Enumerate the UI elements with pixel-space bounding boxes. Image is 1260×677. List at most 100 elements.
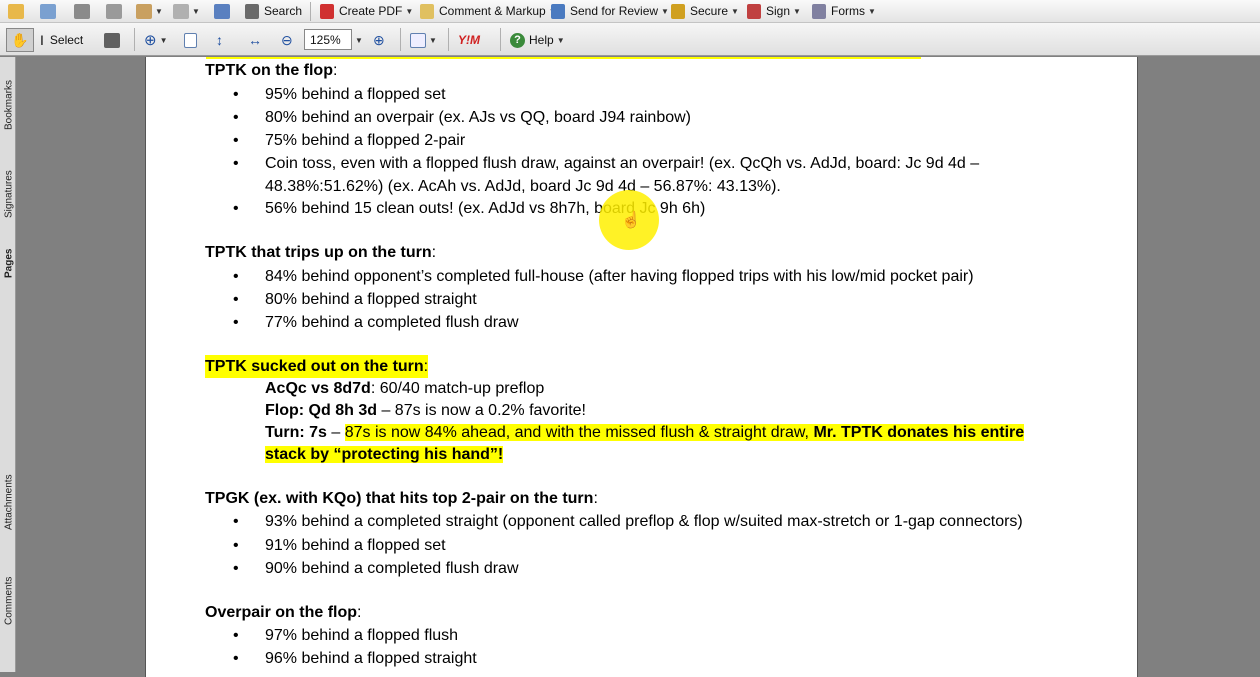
text-line: AcQc vs 8d7d: 60/40 match-up preflop xyxy=(265,377,544,400)
select-tool-button[interactable]: I Select xyxy=(40,30,83,50)
zoom-in-button[interactable]: ⊕ xyxy=(373,30,385,50)
heading-colon: : xyxy=(357,604,362,621)
organize-icon[interactable]: ▼ xyxy=(136,1,163,21)
page-icon xyxy=(184,32,197,48)
text-line: Flop: Qd 8h 3d – 87s is now a 0.2% favor… xyxy=(265,399,586,422)
list-item: 93% behind a completed straight (opponen… xyxy=(233,510,1023,533)
tab-signatures-label: Signatures xyxy=(3,169,15,218)
text-normal: : 60/40 match-up preflop xyxy=(370,380,545,397)
forms-button[interactable]: Forms ▼ xyxy=(812,1,876,21)
heading-text: TPGK (ex. with KQo) that hits top 2-pair… xyxy=(205,490,594,507)
search-button[interactable]: Search xyxy=(245,1,302,21)
section-heading: TPTK sucked out on the turn: xyxy=(205,355,429,378)
heading-colon: : xyxy=(423,358,429,375)
tab-comments-label: Comments xyxy=(3,576,15,625)
list-item: 84% behind opponent’s completed full-hou… xyxy=(233,265,974,288)
zoom-icon: ⊕ xyxy=(144,32,157,49)
create-pdf-button[interactable]: Create PDF ▼ xyxy=(320,1,413,21)
text-bold: AcQc vs 8d7d xyxy=(265,380,371,397)
tab-comments[interactable]: Comments xyxy=(0,572,16,662)
hand-cursor-icon: ☝ xyxy=(621,212,641,229)
create-pdf-label: Create PDF xyxy=(339,4,403,18)
forms-label: Forms xyxy=(831,4,865,18)
zoom-tool-button[interactable]: ⊕ ▼ xyxy=(144,30,168,50)
search-icon xyxy=(245,3,259,19)
list-item-continued: 48.38%:51.62%) (ex. AcAh vs. AdJd, board… xyxy=(265,178,781,195)
heading-colon: : xyxy=(332,62,338,79)
heading-colon: : xyxy=(431,244,437,261)
fit-page-button[interactable]: ↕ xyxy=(216,30,223,50)
minus-icon: ⊖ xyxy=(281,31,293,48)
list-item: 96% behind a flopped straight xyxy=(233,647,477,670)
fit-width-icon: ↔ xyxy=(248,32,262,48)
section-heading: Overpair on the flop: xyxy=(205,601,361,624)
view-toolbar: ✋ I Select ⊕ ▼ ↕ ↔ ⊖ 125% ▼ ⊕ ▼ Y!M ? Help ▼ xyxy=(0,23,1260,56)
comment-markup-button[interactable]: Comment & Markup▼ xyxy=(420,1,557,21)
secure-button[interactable]: Secure ▼ xyxy=(671,1,739,21)
pdf-icon xyxy=(320,3,334,19)
heading-text: TPTK sucked out on the turn xyxy=(205,358,424,375)
fit-width-button[interactable]: ↔ xyxy=(248,30,262,50)
text-bold: Turn: 7s xyxy=(265,424,327,441)
camera-icon xyxy=(104,32,120,48)
send-label: Send for Review xyxy=(570,4,659,18)
comment-markup-label: Comment & Markup xyxy=(439,4,546,18)
help-button[interactable]: ? Help ▼ xyxy=(510,30,565,50)
list-item: 91% behind a flopped set xyxy=(233,534,446,557)
ym-button[interactable]: Y!M xyxy=(458,30,480,50)
heading-text: TPTK that trips up on the turn xyxy=(205,244,432,261)
email-icon[interactable] xyxy=(214,1,230,21)
list-item: 97% behind a flopped flush xyxy=(233,624,458,647)
comment-icon xyxy=(420,3,434,19)
open-icon[interactable] xyxy=(8,1,24,21)
secure-label: Secure xyxy=(690,4,729,18)
navigation-panel: Bookmarks Signatures Pages Attachments C… xyxy=(0,57,16,672)
lock-icon xyxy=(671,3,685,19)
tab-pages-label: Pages xyxy=(3,248,15,278)
zoom-out-button[interactable]: ⊖ xyxy=(281,30,293,50)
select-label: Select xyxy=(49,33,84,47)
heading-text: TPTK on the flop xyxy=(205,62,333,79)
list-item: Coin toss, even with a flopped flush dra… xyxy=(233,152,979,175)
actual-size-button[interactable] xyxy=(184,30,197,50)
section-heading: TPTK that trips up on the turn: xyxy=(205,241,436,264)
fit-height-icon: ↕ xyxy=(216,32,223,48)
save-icon[interactable] xyxy=(74,1,90,21)
text-line: stack by “protecting his hand”! xyxy=(265,443,504,466)
sign-label: Sign xyxy=(766,4,791,18)
pen-icon xyxy=(747,3,761,19)
list-item: 80% behind a flopped straight xyxy=(233,288,477,311)
text-highlight-bold: stack by “protecting his hand”! xyxy=(265,446,504,463)
tab-bookmarks[interactable]: Bookmarks xyxy=(0,77,16,167)
send-for-review-button[interactable]: Send for Review ▼ xyxy=(551,1,669,21)
tab-bookmarks-label: Bookmarks xyxy=(3,79,15,130)
section-heading: TPTK on the flop: xyxy=(205,59,337,82)
main-toolbar: ▼ ▼ Search Create PDF▼ Comment & Markup▼… xyxy=(0,0,1260,23)
heading-colon: : xyxy=(593,490,598,507)
zoom-dropdown[interactable]: ▼ xyxy=(352,30,363,50)
text-normal: – xyxy=(326,424,345,441)
help-icon: ? xyxy=(510,32,525,48)
snapshot-button[interactable] xyxy=(104,30,120,50)
section-heading: TPGK (ex. with KQo) that hits top 2-pair… xyxy=(205,487,598,510)
cursor-text-icon: I xyxy=(40,32,44,48)
zoom-input[interactable]: 125% xyxy=(304,29,352,50)
print-icon[interactable] xyxy=(106,1,122,21)
plus-icon: ⊕ xyxy=(373,31,385,48)
list-item: 90% behind a completed flush draw xyxy=(233,557,518,580)
review-icon xyxy=(551,3,565,19)
search-label: Search xyxy=(264,4,303,18)
help-label: Help xyxy=(529,33,554,47)
sign-button[interactable]: Sign ▼ xyxy=(747,1,801,21)
list-item: 75% behind a flopped 2-pair xyxy=(233,129,465,152)
page-display-button[interactable]: ▼ xyxy=(410,30,437,50)
create-icon[interactable] xyxy=(40,1,56,21)
hand-tool-button[interactable]: ✋ xyxy=(6,28,34,52)
list-item: 77% behind a completed flush draw xyxy=(233,311,518,334)
text-highlight-bold: Mr. TPTK donates his entire xyxy=(813,424,1025,441)
text-highlight: 87s is now 84% ahead, and with the misse… xyxy=(344,424,814,441)
tab-attachments[interactable]: Attachments xyxy=(0,472,16,572)
tab-pages[interactable]: Pages xyxy=(0,242,16,297)
page-layout-icon xyxy=(410,32,426,48)
attach-icon[interactable]: ▼ xyxy=(173,1,200,21)
